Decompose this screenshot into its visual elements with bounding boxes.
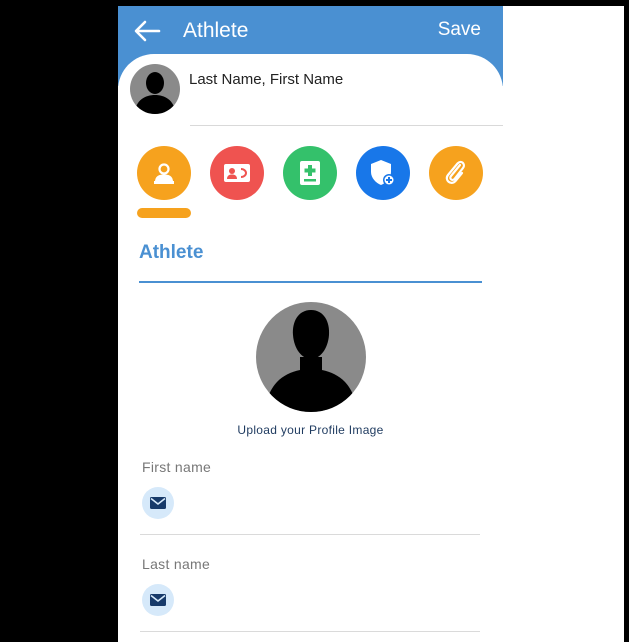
mail-icon — [150, 497, 166, 509]
shield-plus-icon — [371, 160, 395, 186]
contact-card-icon — [224, 164, 250, 182]
mail-icon — [150, 594, 166, 606]
first-name-field[interactable] — [142, 487, 174, 519]
medical-icon — [300, 161, 320, 185]
person-silhouette-icon — [134, 72, 176, 114]
back-button[interactable] — [132, 18, 162, 44]
tab-athlete[interactable] — [137, 146, 191, 200]
tab-attachments[interactable] — [429, 146, 483, 200]
first-name-underline — [140, 534, 480, 535]
last-name-label: Last name — [142, 556, 211, 572]
paperclip-icon — [445, 160, 465, 184]
upload-profile-image-link[interactable]: Upload your Profile Image — [118, 423, 503, 437]
save-button[interactable]: Save — [438, 19, 481, 41]
app-screen: Athlete Save Last Name, First Name Athle… — [118, 6, 503, 642]
right-edge — [624, 0, 629, 642]
section-divider — [139, 281, 482, 283]
section-tabs — [118, 146, 503, 226]
person-silhouette-icon — [264, 310, 358, 412]
profile-image-upload[interactable] — [256, 302, 366, 412]
tab-contact[interactable] — [210, 146, 264, 200]
divider — [190, 125, 503, 126]
profile-name: Last Name, First Name — [189, 71, 344, 88]
last-name-field[interactable] — [142, 584, 174, 616]
right-letterbox — [503, 0, 624, 642]
first-name-label: First name — [142, 459, 212, 475]
arrow-left-icon — [134, 20, 161, 42]
avatar[interactable] — [130, 64, 180, 114]
tab-medical[interactable] — [283, 146, 337, 200]
page-title: Athlete — [183, 19, 249, 42]
section-title: Athlete — [139, 242, 204, 263]
person-icon — [154, 163, 174, 184]
profile-header-card: Last Name, First Name — [118, 54, 503, 154]
tab-insurance[interactable] — [356, 146, 410, 200]
active-tab-indicator — [137, 208, 191, 218]
left-letterbox — [0, 0, 118, 642]
last-name-underline — [140, 631, 480, 632]
